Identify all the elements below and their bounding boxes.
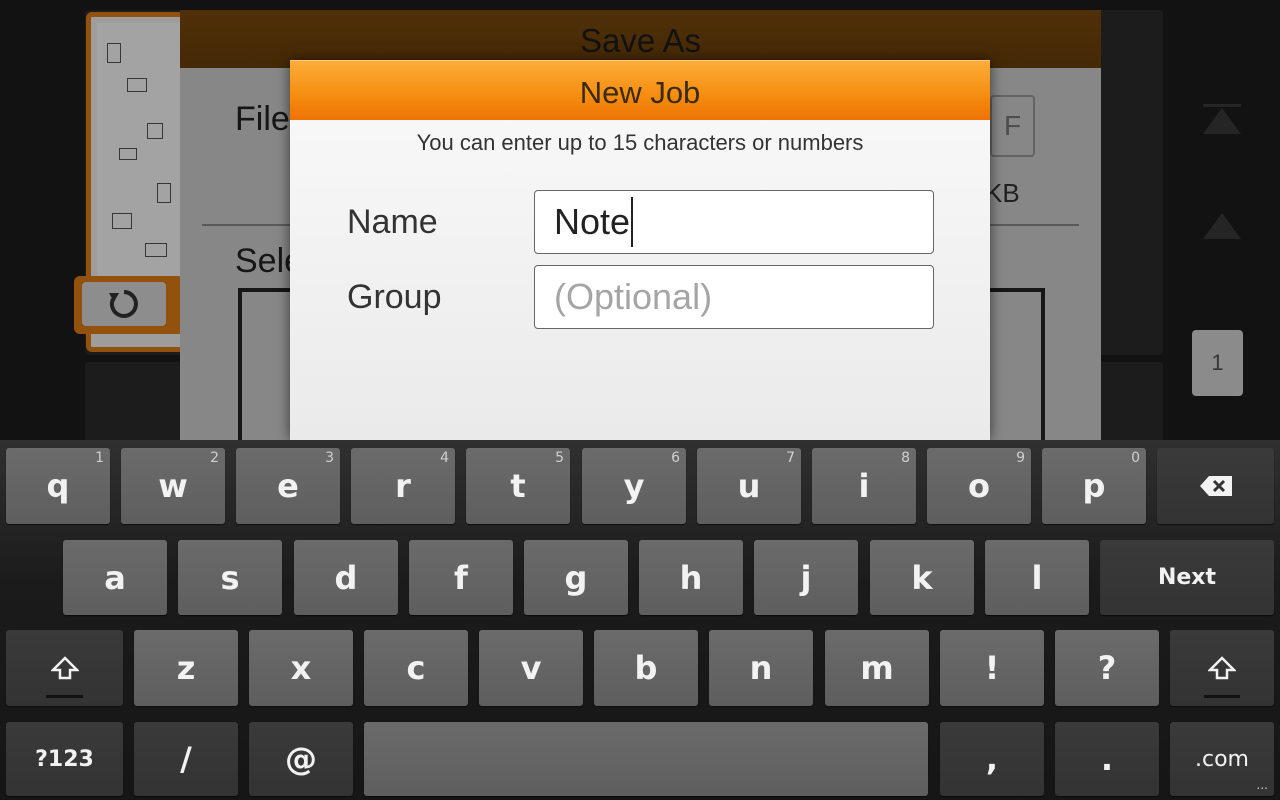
shift-key-left[interactable] bbox=[6, 630, 123, 706]
key-e[interactable]: e3 bbox=[236, 448, 340, 524]
key-label: o bbox=[968, 467, 990, 505]
key-label: y bbox=[623, 467, 645, 505]
key-h[interactable]: h bbox=[639, 540, 743, 615]
key-hint: 4 bbox=[440, 450, 449, 466]
key-q[interactable]: q1 bbox=[6, 448, 110, 524]
dotcom-key[interactable]: .com ... bbox=[1170, 722, 1274, 796]
key-x[interactable]: x bbox=[249, 630, 353, 706]
key-hint: 8 bbox=[901, 450, 910, 466]
key-hint: 3 bbox=[325, 450, 334, 466]
key-a[interactable]: a bbox=[63, 540, 167, 615]
text-cursor bbox=[631, 197, 634, 247]
key-label: e bbox=[277, 467, 299, 505]
shift-icon bbox=[50, 656, 79, 680]
key-hint: 5 bbox=[555, 450, 564, 466]
shift-indicator bbox=[1204, 695, 1240, 698]
key-w[interactable]: w2 bbox=[121, 448, 225, 524]
key-y[interactable]: y6 bbox=[582, 448, 686, 524]
group-label: Group bbox=[347, 278, 442, 316]
key-d[interactable]: d bbox=[294, 540, 398, 615]
name-label: Name bbox=[347, 203, 438, 241]
key-j[interactable]: j bbox=[754, 540, 858, 615]
key-b[interactable]: b bbox=[594, 630, 698, 706]
key-u[interactable]: u7 bbox=[697, 448, 801, 524]
screen: 1 Save As File F KB Sele New Job You can… bbox=[0, 0, 1280, 800]
key-slash[interactable]: / bbox=[134, 722, 238, 796]
new-job-title: New Job bbox=[290, 60, 990, 120]
key-hint: 7 bbox=[786, 450, 795, 466]
name-input[interactable]: Note bbox=[534, 190, 934, 254]
key-label: p bbox=[1082, 467, 1106, 505]
soft-keyboard: q1 w2 e3 r4 t5 y6 u7 i8 o9 p0 a s d f g … bbox=[0, 440, 1280, 800]
key-label: t bbox=[510, 467, 526, 505]
key-label: w bbox=[158, 467, 188, 505]
key-t[interactable]: t5 bbox=[466, 448, 570, 524]
dotcom-label: .com bbox=[1195, 746, 1249, 772]
key-v[interactable]: v bbox=[479, 630, 583, 706]
key-f[interactable]: f bbox=[409, 540, 513, 615]
key-l[interactable]: l bbox=[985, 540, 1089, 615]
key-m[interactable]: m bbox=[825, 630, 929, 706]
key-z[interactable]: z bbox=[134, 630, 238, 706]
key-period[interactable]: . bbox=[1055, 722, 1159, 796]
group-input-placeholder: (Optional) bbox=[554, 276, 713, 317]
shift-indicator bbox=[46, 695, 83, 698]
key-hint: 6 bbox=[671, 450, 680, 466]
key-o[interactable]: o9 bbox=[927, 448, 1031, 524]
key-s[interactable]: s bbox=[178, 540, 282, 615]
symbols-key[interactable]: ?123 bbox=[6, 722, 123, 796]
key-hint: 2 bbox=[210, 450, 219, 466]
more-options-icon: ... bbox=[1256, 778, 1268, 792]
key-c[interactable]: c bbox=[364, 630, 468, 706]
key-label: i bbox=[858, 467, 870, 505]
shift-icon bbox=[1208, 656, 1236, 680]
backspace-icon bbox=[1199, 476, 1232, 496]
key-label: q bbox=[46, 467, 70, 505]
shift-key-right[interactable] bbox=[1170, 630, 1274, 706]
key-n[interactable]: n bbox=[709, 630, 813, 706]
key-p[interactable]: p0 bbox=[1042, 448, 1146, 524]
key-k[interactable]: k bbox=[870, 540, 974, 615]
key-hint: 1 bbox=[95, 450, 104, 466]
key-question[interactable]: ? bbox=[1055, 630, 1159, 706]
key-hint: 9 bbox=[1016, 450, 1025, 466]
group-input[interactable]: (Optional) bbox=[534, 265, 934, 329]
key-i[interactable]: i8 bbox=[812, 448, 916, 524]
key-comma[interactable]: , bbox=[940, 722, 1044, 796]
key-at[interactable]: @ bbox=[249, 722, 353, 796]
key-hint: 0 bbox=[1131, 450, 1140, 466]
key-label: u bbox=[737, 467, 761, 505]
new-job-dialog: New Job You can enter up to 15 character… bbox=[290, 60, 990, 440]
key-label: r bbox=[395, 467, 411, 505]
next-key[interactable]: Next bbox=[1100, 540, 1274, 615]
key-r[interactable]: r4 bbox=[351, 448, 455, 524]
name-input-value: Note bbox=[554, 201, 631, 242]
key-exclamation[interactable]: ! bbox=[940, 630, 1044, 706]
key-g[interactable]: g bbox=[524, 540, 628, 615]
character-limit-hint: You can enter up to 15 characters or num… bbox=[416, 130, 864, 155]
space-key[interactable] bbox=[364, 722, 928, 796]
backspace-key[interactable] bbox=[1157, 448, 1274, 524]
